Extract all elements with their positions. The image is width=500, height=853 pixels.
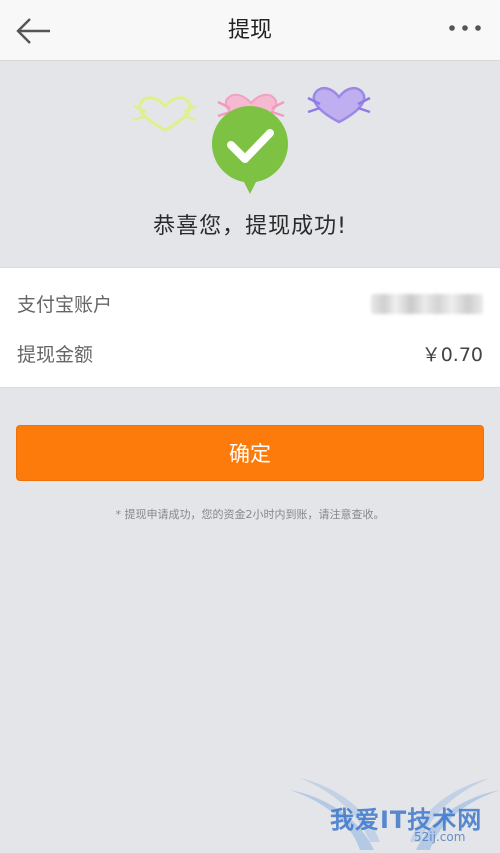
withdraw-note: * 提现申请成功，您的资金2小时内到账，请注意查收。 (115, 508, 385, 521)
more-dots-icon (449, 25, 481, 31)
watermark-url: 52ij.com (414, 830, 466, 844)
confirm-button[interactable]: 确定 (16, 425, 484, 481)
more-button[interactable] (448, 18, 482, 38)
nav-bar: 提现 (0, 0, 500, 61)
withdraw-details-card: 支付宝账户 提现金额 ￥0.70 (0, 267, 500, 388)
success-message: 恭喜您，提现成功! (153, 214, 347, 239)
account-row: 支付宝账户 (0, 282, 500, 326)
account-label: 支付宝账户 (17, 294, 113, 316)
amount-label: 提现金额 (17, 344, 94, 366)
green-heart-decoration-icon (133, 96, 197, 132)
page-title: 提现 (227, 18, 272, 43)
amount-row: 提现金额 ￥0.70 (0, 332, 500, 376)
amount-value: ￥0.70 (421, 344, 483, 366)
account-value-redacted (371, 294, 483, 314)
check-badge-icon (212, 106, 288, 194)
purple-heart-decoration-icon (307, 86, 371, 124)
